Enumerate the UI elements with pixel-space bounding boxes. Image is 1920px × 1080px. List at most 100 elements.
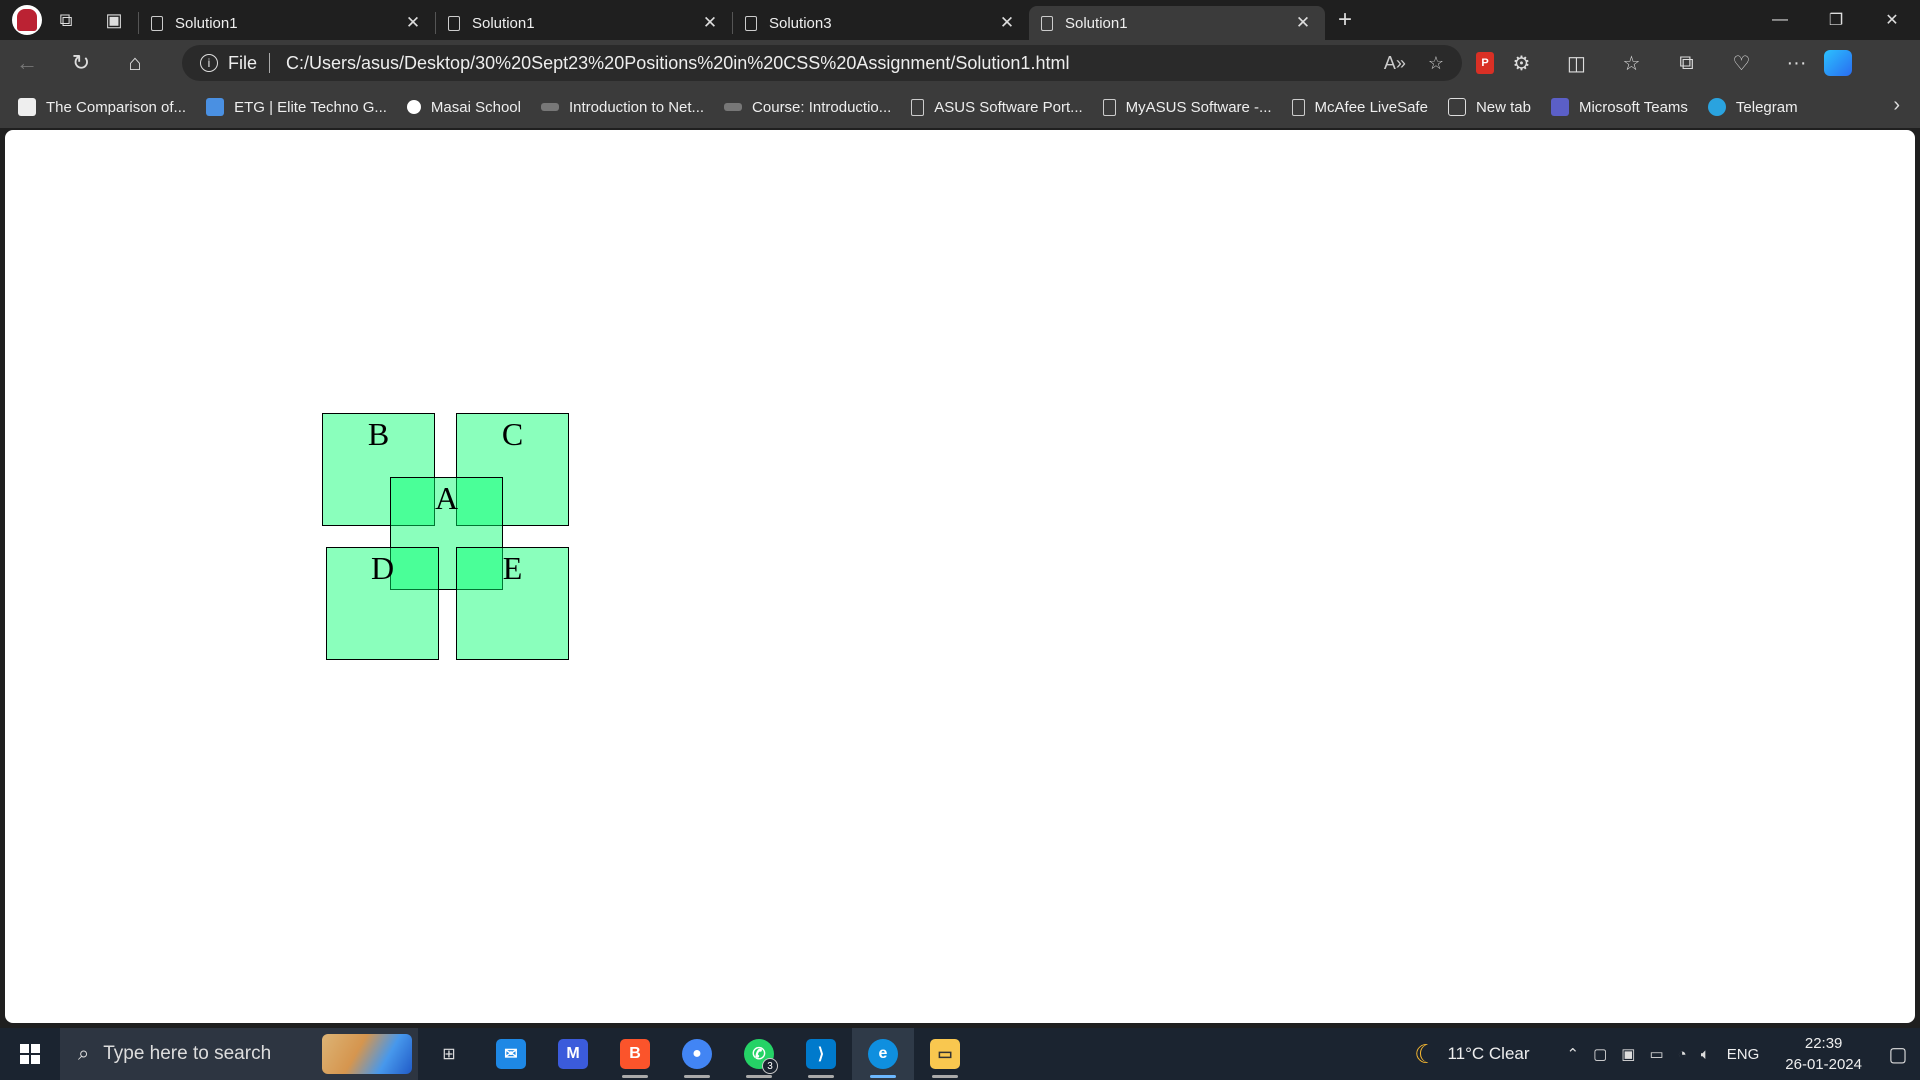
- mail-app[interactable]: ✉: [480, 1028, 542, 1080]
- system-tray: ☾ 11°C Clear ⌃ ▢ ▣ ▭ ◔ 🔈︎ ENG 22:39 26-0…: [1414, 1028, 1920, 1080]
- minimize-icon: —: [1772, 11, 1788, 28]
- mail-icon: ✉: [496, 1039, 526, 1069]
- bookmark-label: Telegram: [1735, 98, 1798, 116]
- more-menu-icon[interactable]: ···: [1769, 40, 1824, 86]
- chrome-app[interactable]: ●: [666, 1028, 728, 1080]
- tab-title: Solution3: [769, 14, 832, 32]
- weather-temp: 11°C: [1447, 1044, 1485, 1063]
- windows-icon: [20, 1044, 40, 1064]
- notification-center-button[interactable]: ▢: [1876, 1028, 1920, 1080]
- bookmark-item[interactable]: Course: Introductio...: [724, 99, 891, 116]
- file-explorer-app[interactable]: ▭: [914, 1028, 976, 1080]
- bookmark-item[interactable]: New tab: [1447, 98, 1531, 116]
- close-icon[interactable]: ✕: [403, 13, 423, 33]
- bookmark-label: MyASUS Software -...: [1125, 98, 1272, 116]
- bookmark-item[interactable]: Microsoft Teams: [1550, 98, 1688, 116]
- split-screen-icon[interactable]: ◫: [1549, 40, 1604, 86]
- extension-p-icon[interactable]: P: [1476, 52, 1494, 74]
- bookmark-item[interactable]: ETG | Elite Techno G...: [206, 98, 387, 116]
- dcb-icon: [18, 98, 36, 116]
- refresh-icon: ↻: [71, 50, 91, 75]
- start-button[interactable]: [0, 1028, 60, 1080]
- address-bar[interactable]: i File C:/Users/asus/Desktop/30%20Sept23…: [182, 45, 1462, 81]
- chevron-up-icon[interactable]: ⌃: [1567, 1045, 1580, 1063]
- tab-actions-icon[interactable]: ▣: [90, 0, 138, 40]
- bookmarks-bar: The Comparison of... ETG | Elite Techno …: [0, 86, 1920, 128]
- box-e: E: [456, 547, 569, 660]
- desktop-window: ⧉ ▣ Solution1 ✕ Solution1 ✕ Solution3 ✕ …: [0, 0, 1920, 1080]
- weather-widget[interactable]: ☾ 11°C Clear: [1414, 1039, 1529, 1070]
- tab-title: Solution1: [1065, 14, 1128, 32]
- telegram-icon: [1707, 98, 1726, 116]
- scheme-label: File: [228, 52, 258, 73]
- language-indicator[interactable]: ENG: [1727, 1046, 1760, 1063]
- minimize-button[interactable]: —: [1752, 0, 1808, 40]
- bookmark-item[interactable]: ASUS Software Port...: [911, 98, 1083, 116]
- chevron-right-icon[interactable]: ›: [1893, 94, 1900, 117]
- bookmark-label: Introduction to Net...: [568, 98, 705, 116]
- display-icon[interactable]: ▣: [1621, 1045, 1635, 1063]
- restore-button[interactable]: ❐: [1808, 0, 1864, 40]
- bookmark-item[interactable]: MyASUS Software -...: [1102, 98, 1272, 116]
- tab-solution1-second[interactable]: Solution1 ✕: [436, 6, 732, 40]
- etg-icon: [206, 98, 225, 116]
- url-text[interactable]: C:/Users/asus/Desktop/30%20Sept23%20Posi…: [286, 53, 1384, 74]
- extensions-icon[interactable]: ⚙: [1494, 40, 1549, 86]
- bookmark-label: ETG | Elite Techno G...: [234, 98, 387, 116]
- tab-solution3[interactable]: Solution3 ✕: [733, 6, 1029, 40]
- omnibox-actions: A» ☆: [1384, 53, 1444, 74]
- bookmark-item[interactable]: The Comparison of...: [18, 98, 186, 116]
- close-icon[interactable]: ✕: [997, 13, 1017, 33]
- favorites-icon[interactable]: ☆: [1604, 40, 1659, 86]
- clock[interactable]: 22:39 26-01-2024: [1785, 1033, 1862, 1075]
- m-app[interactable]: M: [542, 1028, 604, 1080]
- favorite-star-icon[interactable]: ☆: [1428, 53, 1444, 74]
- volume-icon[interactable]: 🔈︎: [1701, 1046, 1710, 1063]
- home-icon: ⌂: [128, 50, 142, 75]
- clock-date: 26-01-2024: [1785, 1056, 1862, 1073]
- close-icon[interactable]: ✕: [1293, 13, 1313, 33]
- profile-avatar[interactable]: [12, 5, 42, 35]
- window-controls: — ❐ ✕: [1752, 0, 1920, 40]
- home-button[interactable]: ⌂: [108, 40, 162, 86]
- task-view-icon: ⊞: [442, 1046, 456, 1063]
- tab-title: Solution1: [472, 14, 535, 32]
- edge-icon: e: [868, 1039, 898, 1069]
- battery-icon[interactable]: ▭: [1649, 1045, 1663, 1063]
- read-aloud-icon[interactable]: A»: [1384, 53, 1406, 74]
- close-icon[interactable]: ✕: [700, 13, 720, 33]
- workspaces-icon[interactable]: ⧉: [42, 0, 90, 40]
- bookmark-label: Masai School: [430, 98, 521, 116]
- course-icon: [540, 103, 559, 111]
- bookmark-label: ASUS Software Port...: [934, 98, 1083, 116]
- copilot-icon[interactable]: [1824, 50, 1852, 76]
- bookmark-item[interactable]: McAfee LiveSafe: [1291, 98, 1428, 116]
- course-icon: [724, 103, 743, 111]
- bookmark-label: McAfee LiveSafe: [1314, 98, 1428, 116]
- clock-time: 22:39: [1804, 1035, 1843, 1052]
- moon-icon: ☾: [1414, 1038, 1438, 1069]
- meet-icon[interactable]: ▢: [1593, 1045, 1607, 1063]
- browser-essentials-icon[interactable]: ♡: [1714, 40, 1769, 86]
- refresh-button[interactable]: ↻: [54, 40, 108, 86]
- vscode-app[interactable]: ⟩: [790, 1028, 852, 1080]
- chrome-icon: ●: [682, 1039, 712, 1069]
- bookmark-item[interactable]: Telegram: [1707, 98, 1798, 116]
- brave-app[interactable]: B: [604, 1028, 666, 1080]
- whatsapp-app[interactable]: ✆ 3: [728, 1028, 790, 1080]
- tab-solution1-first[interactable]: Solution1 ✕: [139, 6, 435, 40]
- tab-solution1-active[interactable]: Solution1 ✕: [1029, 6, 1325, 40]
- close-icon: ✕: [1885, 12, 1899, 29]
- edge-app[interactable]: e: [852, 1028, 914, 1080]
- new-tab-button[interactable]: +: [1325, 0, 1365, 40]
- wifi-icon[interactable]: ◔: [1678, 1046, 1687, 1063]
- taskbar-search[interactable]: ⌕ Type here to search: [60, 1028, 418, 1080]
- bookmark-item[interactable]: Masai School: [406, 98, 521, 116]
- info-icon[interactable]: i: [200, 54, 218, 72]
- collections-icon[interactable]: ⧉: [1659, 40, 1714, 86]
- close-window-button[interactable]: ✕: [1864, 0, 1920, 40]
- notification-badge: 3: [762, 1058, 778, 1074]
- back-button[interactable]: ←: [0, 40, 54, 86]
- bookmark-item[interactable]: Introduction to Net...: [540, 98, 705, 116]
- task-view-button[interactable]: ⊞: [418, 1028, 480, 1080]
